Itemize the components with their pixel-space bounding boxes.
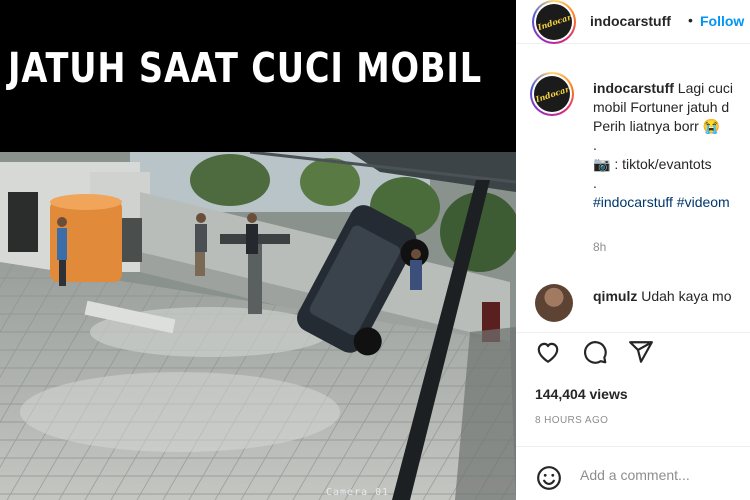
comment-input[interactable] [580, 467, 750, 483]
add-comment-bar [516, 446, 750, 500]
caption-line-3: Perih liatnya borr [593, 118, 699, 134]
avatar-logo-text: Indocar [536, 11, 572, 33]
action-bar [516, 332, 750, 376]
heart-icon[interactable] [535, 339, 561, 365]
caption-dot-2: . [593, 175, 597, 191]
post-age: 8 HOURS AGO [535, 415, 609, 426]
emoji-icon[interactable] [536, 465, 562, 491]
comment-icon[interactable] [582, 339, 608, 365]
caption-line-1: Lagi cuci [677, 80, 734, 96]
camera-label: Camera 01 [326, 487, 390, 498]
follow-button[interactable]: Follow [700, 13, 744, 29]
caption-avatar-logo-text: Indocar [534, 83, 570, 105]
commenter-avatar[interactable] [535, 284, 573, 322]
video-frame[interactable]: Camera 01 [0, 152, 516, 500]
view-count: 144,404 views [535, 386, 628, 402]
header-separator: • [688, 12, 693, 28]
camera-emoji: 📷 [593, 156, 611, 172]
comment-text: Udah kaya mo [641, 288, 732, 304]
caption-source: : tiktok/evantots [614, 156, 712, 172]
caption-dot-1: . [593, 137, 597, 153]
comment-username[interactable]: qimulz [593, 288, 637, 304]
post-side-panel: Indocar indocarstuff • Follow Indocar in… [516, 0, 750, 500]
cctv-scene-image [0, 152, 516, 500]
caption-hashtags[interactable]: #indocarstuff #videom [593, 193, 750, 212]
comment-item: qimulz Udah kaya mo [593, 288, 732, 304]
header-username[interactable]: indocarstuff [590, 13, 671, 29]
caption-timestamp[interactable]: 8h [593, 240, 606, 254]
profile-avatar[interactable]: Indocar [532, 0, 576, 44]
post-header: Indocar indocarstuff • Follow [516, 0, 750, 44]
caption-username[interactable]: indocarstuff [593, 80, 674, 96]
crying-emoji: 😭 [702, 118, 721, 134]
caption-avatar[interactable]: Indocar [530, 72, 574, 116]
video-title-overlay: JATUH SAAT CUCI MOBIL [8, 44, 482, 92]
caption-line-2: mobil Fortuner jatuh d [593, 99, 730, 115]
post-caption: indocarstuff Lagi cuci mobil Fortuner ja… [593, 79, 750, 212]
post-media[interactable]: JATUH SAAT CUCI MOBIL Camera 01 [0, 0, 516, 500]
share-icon[interactable] [628, 339, 654, 365]
